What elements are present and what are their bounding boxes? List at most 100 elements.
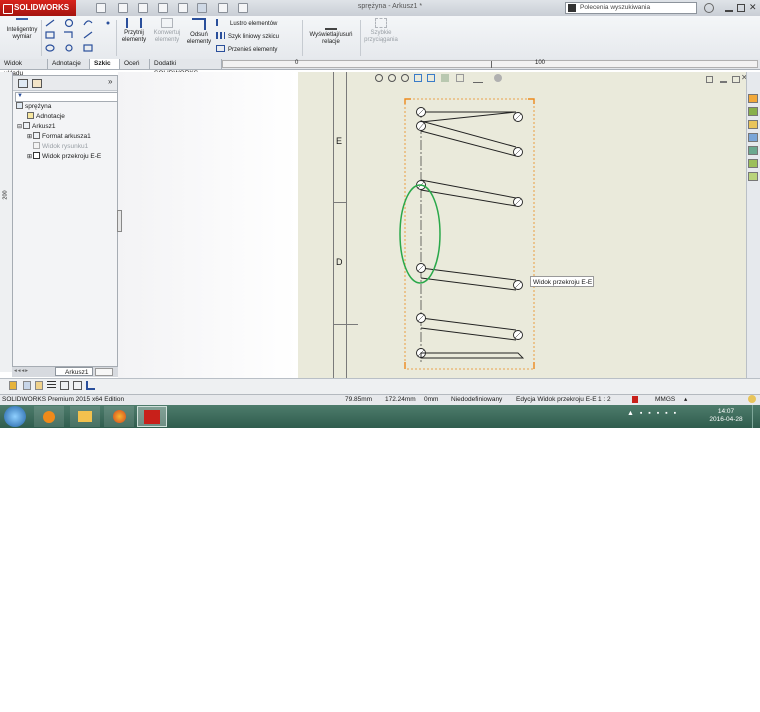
options-icon[interactable] bbox=[238, 3, 248, 13]
new-file-icon[interactable] bbox=[96, 3, 106, 13]
tree-root-label: sprężyna bbox=[25, 103, 52, 110]
help-icon[interactable] bbox=[704, 3, 714, 13]
line-style-icon[interactable] bbox=[60, 381, 69, 390]
document-title: sprężyna - Arkusz1 * bbox=[357, 3, 423, 10]
solidworks-forum-icon[interactable] bbox=[748, 172, 758, 181]
design-library-icon[interactable] bbox=[748, 107, 758, 116]
open-file-icon[interactable] bbox=[118, 3, 128, 13]
rebuild-icon[interactable] bbox=[218, 3, 228, 13]
tab-addins[interactable]: Dodatki SOLIDWORKS bbox=[150, 59, 222, 77]
trim-entities-button[interactable]: Przytnij elementy bbox=[118, 18, 150, 44]
status-units[interactable]: MMGS bbox=[655, 394, 675, 405]
show-desktop-button[interactable] bbox=[752, 405, 760, 428]
line-thickness-icon[interactable] bbox=[47, 381, 56, 390]
taskbar-media-player[interactable] bbox=[34, 406, 64, 427]
ribbon-separator bbox=[116, 20, 117, 56]
relations-label-2: relacje bbox=[322, 39, 340, 45]
panel-resize-handle[interactable] bbox=[117, 210, 122, 232]
trim-label: Przytnij bbox=[124, 30, 144, 36]
start-button[interactable] bbox=[4, 406, 26, 427]
offset-icon bbox=[192, 18, 206, 30]
mirror-entities-button[interactable]: Lustro elementów bbox=[216, 19, 277, 27]
ruler-zero-label: 0 bbox=[295, 60, 299, 66]
offset-label-2: elementy bbox=[186, 39, 212, 45]
clock-time: 14:07 bbox=[717, 408, 735, 415]
select-icon[interactable] bbox=[197, 3, 207, 13]
tab-annotations[interactable]: Adnotacje bbox=[48, 59, 90, 69]
status-scale[interactable]: 1 : 2 bbox=[598, 394, 611, 405]
close-icon[interactable]: ✕ bbox=[749, 2, 757, 13]
wire-sections bbox=[416, 107, 523, 358]
offset-entities-button[interactable]: Odsuń elementy bbox=[184, 18, 214, 46]
property-manager-icon[interactable] bbox=[32, 79, 42, 88]
feature-tree-icon[interactable] bbox=[18, 79, 28, 88]
solidworks-logo[interactable]: SOLIDWORKS bbox=[0, 0, 76, 16]
print-icon[interactable] bbox=[158, 3, 168, 13]
home-resources-icon[interactable] bbox=[748, 94, 758, 103]
units-dropdown-icon[interactable]: ▴ bbox=[684, 394, 687, 405]
tree-drawing-view[interactable]: Widok rysunku1 bbox=[33, 142, 88, 151]
status-z-coordinate: 0mm bbox=[424, 396, 439, 403]
save-icon[interactable] bbox=[138, 3, 148, 13]
display-relations-button[interactable]: Wyświetlaj/usuń relacje bbox=[304, 18, 358, 46]
clock[interactable]: 14:07 2016-04-28 bbox=[706, 408, 746, 424]
add-sheet-icon[interactable] bbox=[95, 368, 113, 376]
expand-panel-icon[interactable]: » bbox=[108, 77, 112, 86]
taskbar-explorer[interactable] bbox=[70, 406, 100, 427]
taskbar-solidworks[interactable] bbox=[137, 406, 167, 427]
snap-icon bbox=[375, 18, 387, 28]
clock-date: 2016-04-28 bbox=[709, 416, 743, 423]
tab-evaluate[interactable]: Oceń bbox=[120, 59, 150, 69]
tree-section-view[interactable]: ⊞ Widok przekroju E-E bbox=[27, 152, 101, 162]
snap-label-2: przyciągania bbox=[364, 37, 398, 43]
sheet-tab-label: Arkusz1 bbox=[65, 369, 89, 376]
tree-sheet-format[interactable]: ⊞ Format arkusza1 bbox=[27, 132, 91, 142]
appearances-icon[interactable] bbox=[748, 146, 758, 155]
convert-entities-button[interactable]: Konwertuj elementy bbox=[150, 18, 184, 44]
sheet-tab-arkusz1[interactable]: Arkusz1 bbox=[55, 367, 93, 376]
color-display-icon[interactable] bbox=[86, 381, 95, 390]
move-entities-button[interactable]: Przenieś elementy bbox=[216, 45, 277, 53]
ruler-hundred-label: 100 bbox=[535, 60, 546, 66]
hide-show-edges-icon[interactable] bbox=[73, 381, 82, 390]
tab-sketch[interactable]: Szkic bbox=[90, 59, 120, 69]
file-explorer-icon[interactable] bbox=[748, 120, 758, 129]
trim-label-2: elementy bbox=[121, 37, 147, 43]
smart-dimension-icon bbox=[16, 18, 28, 25]
rebuild-status-icon[interactable] bbox=[632, 396, 638, 403]
convert-label-2: elementy bbox=[154, 37, 180, 43]
tree-sheet[interactable]: ⊟ Arkusz1 bbox=[17, 122, 55, 132]
quick-snaps-button[interactable]: Szybkie przyciągania bbox=[362, 18, 400, 44]
color-icon[interactable] bbox=[35, 381, 43, 390]
restore-icon[interactable] bbox=[737, 4, 745, 12]
spring-section-view[interactable] bbox=[298, 72, 746, 378]
tree-annotations[interactable]: Adnotacje bbox=[27, 112, 65, 121]
system-tray[interactable]: ▲ ▪ ▪ ▪ ▪ ▪ bbox=[627, 410, 697, 422]
tab-layout[interactable]: Widok układu bbox=[0, 59, 48, 77]
tree-root[interactable]: sprężyna bbox=[16, 102, 51, 111]
undo-icon[interactable] bbox=[178, 3, 188, 13]
search-scope-icon[interactable] bbox=[568, 4, 576, 12]
sheet-nav-arrows[interactable]: ◂◂◂▸ bbox=[14, 368, 29, 374]
view-palette-icon[interactable] bbox=[748, 133, 758, 142]
end-coil bbox=[420, 352, 525, 359]
line-format-icon[interactable] bbox=[23, 381, 31, 390]
tree-filter-input[interactable] bbox=[15, 92, 118, 102]
pattern-label: Szyk liniowy szkicu bbox=[228, 34, 280, 40]
help-status-icon[interactable] bbox=[748, 395, 756, 403]
smart-dimension-button[interactable]: Inteligentny wymiar bbox=[2, 18, 42, 41]
section-view-icon bbox=[33, 152, 40, 159]
search-input[interactable]: Polecenia wyszukiwania bbox=[565, 2, 697, 14]
minimize-icon[interactable] bbox=[725, 4, 733, 12]
layer-icon[interactable] bbox=[9, 381, 17, 390]
mirror-icon bbox=[216, 19, 227, 26]
coil-outlines bbox=[420, 111, 517, 341]
sketch-tools-icons[interactable] bbox=[44, 18, 116, 56]
custom-properties-icon[interactable] bbox=[748, 159, 758, 168]
tree-annotations-label: Adnotacje bbox=[36, 113, 65, 120]
move-label: Przenieś elementy bbox=[228, 47, 278, 53]
status-edition: SOLIDWORKS Premium 2015 x64 Edition bbox=[2, 396, 125, 403]
taskbar-firefox[interactable] bbox=[104, 406, 134, 427]
linear-pattern-button[interactable]: Szyk liniowy szkicu bbox=[216, 32, 279, 40]
media-player-icon bbox=[43, 411, 55, 423]
